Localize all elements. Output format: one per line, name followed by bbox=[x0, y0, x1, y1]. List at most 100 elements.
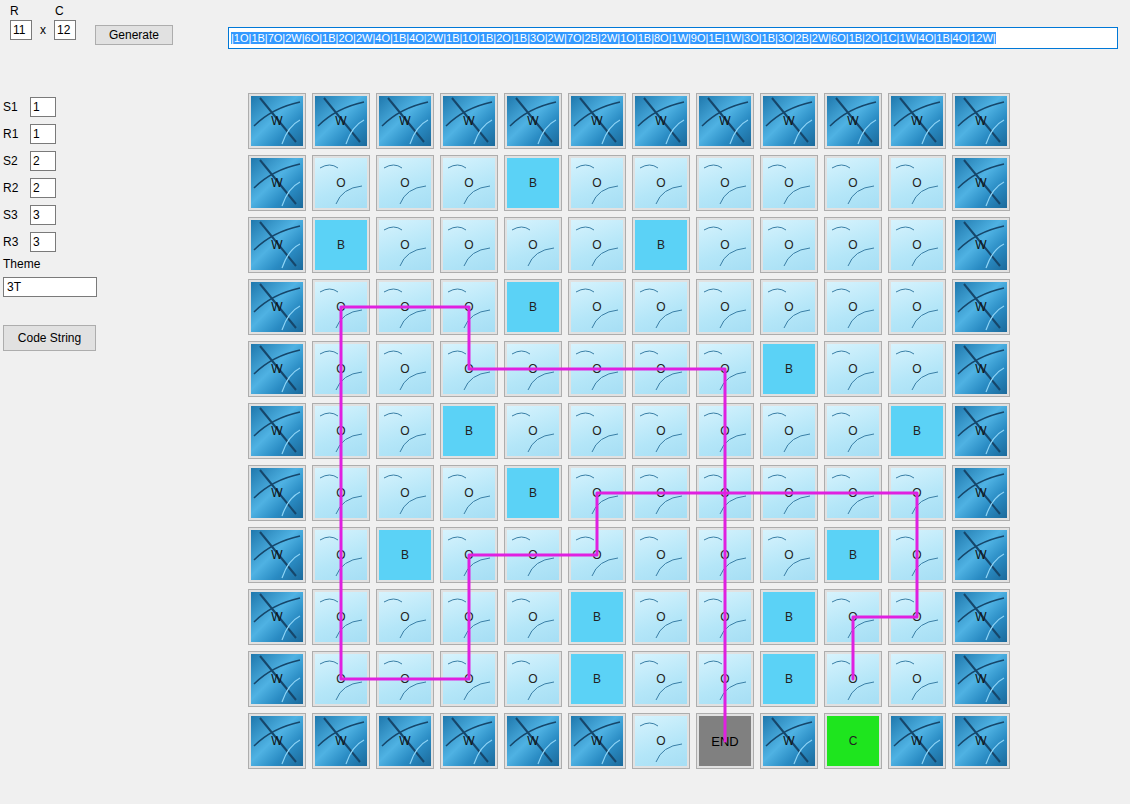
grid-tile[interactable]: O bbox=[440, 279, 498, 335]
grid-tile[interactable]: W bbox=[568, 93, 626, 149]
grid-tile[interactable]: O bbox=[824, 651, 882, 707]
grid-tile[interactable]: B bbox=[440, 403, 498, 459]
grid-tile[interactable]: O bbox=[696, 651, 754, 707]
grid-tile[interactable]: W bbox=[952, 93, 1010, 149]
param-input[interactable] bbox=[30, 205, 56, 225]
grid-tile[interactable]: W bbox=[824, 93, 882, 149]
grid-tile[interactable]: W bbox=[952, 465, 1010, 521]
grid-tile[interactable]: O bbox=[568, 403, 626, 459]
grid-tile[interactable]: W bbox=[248, 651, 306, 707]
grid-tile[interactable]: O bbox=[312, 403, 370, 459]
grid-tile[interactable]: O bbox=[376, 341, 434, 397]
grid-tile[interactable]: O bbox=[440, 217, 498, 273]
grid-tile[interactable]: O bbox=[376, 155, 434, 211]
grid-tile[interactable]: O bbox=[312, 155, 370, 211]
grid-tile[interactable]: O bbox=[440, 341, 498, 397]
grid-tile[interactable]: W bbox=[248, 527, 306, 583]
code-string-field[interactable]: |1O|1B|7O|2W|6O|1B|2O|2W|4O|1B|4O|2W|1B|… bbox=[228, 27, 1118, 49]
grid-tile[interactable]: W bbox=[760, 93, 818, 149]
grid-tile[interactable]: B bbox=[504, 465, 562, 521]
grid-tile[interactable]: B bbox=[888, 403, 946, 459]
grid-tile[interactable]: B bbox=[568, 651, 626, 707]
grid-tile[interactable]: W bbox=[952, 155, 1010, 211]
grid-tile[interactable]: W bbox=[952, 403, 1010, 459]
grid-tile[interactable]: O bbox=[312, 279, 370, 335]
grid-tile[interactable]: O bbox=[760, 527, 818, 583]
grid-tile[interactable]: W bbox=[952, 279, 1010, 335]
grid-tile[interactable]: O bbox=[888, 651, 946, 707]
grid-tile[interactable]: B bbox=[632, 217, 690, 273]
grid-tile[interactable]: W bbox=[504, 93, 562, 149]
grid-tile[interactable]: O bbox=[696, 527, 754, 583]
grid-tile[interactable]: W bbox=[248, 403, 306, 459]
grid-tile[interactable]: O bbox=[504, 217, 562, 273]
grid-tile[interactable]: B bbox=[312, 217, 370, 273]
grid-tile[interactable]: O bbox=[312, 651, 370, 707]
grid-tile[interactable]: W bbox=[248, 279, 306, 335]
generate-button[interactable]: Generate bbox=[95, 25, 173, 45]
grid-tile[interactable]: O bbox=[376, 279, 434, 335]
grid-tile[interactable]: O bbox=[568, 341, 626, 397]
grid-tile[interactable]: O bbox=[824, 403, 882, 459]
grid-tile[interactable]: O bbox=[312, 589, 370, 645]
grid-tile[interactable]: W bbox=[312, 93, 370, 149]
grid-tile[interactable]: O bbox=[824, 217, 882, 273]
param-input[interactable] bbox=[30, 151, 56, 171]
grid-tile[interactable]: O bbox=[888, 155, 946, 211]
grid-tile[interactable]: O bbox=[632, 465, 690, 521]
grid-tile[interactable]: B bbox=[760, 651, 818, 707]
grid-tile[interactable]: O bbox=[888, 279, 946, 335]
grid-tile[interactable]: W bbox=[376, 93, 434, 149]
param-input[interactable] bbox=[30, 97, 56, 117]
grid-tile[interactable]: O bbox=[312, 341, 370, 397]
grid-tile[interactable]: O bbox=[568, 527, 626, 583]
grid-tile[interactable]: W bbox=[952, 217, 1010, 273]
grid-tile[interactable]: O bbox=[504, 527, 562, 583]
grid-tile[interactable]: B bbox=[824, 527, 882, 583]
grid-tile[interactable]: B bbox=[376, 527, 434, 583]
grid-tile[interactable]: W bbox=[248, 155, 306, 211]
grid-tile[interactable]: W bbox=[952, 527, 1010, 583]
grid-tile[interactable]: W bbox=[952, 713, 1010, 769]
theme-input[interactable] bbox=[3, 277, 97, 297]
grid-tile[interactable]: W bbox=[632, 93, 690, 149]
grid-tile[interactable]: W bbox=[248, 713, 306, 769]
grid-tile[interactable]: B bbox=[760, 341, 818, 397]
param-input[interactable] bbox=[30, 232, 56, 252]
grid-tile[interactable]: O bbox=[440, 651, 498, 707]
grid-tile[interactable]: W bbox=[248, 341, 306, 397]
grid-tile[interactable]: W bbox=[952, 341, 1010, 397]
grid-tile[interactable]: O bbox=[824, 155, 882, 211]
grid-tile[interactable]: O bbox=[312, 465, 370, 521]
grid-tile[interactable]: W bbox=[440, 713, 498, 769]
grid-tile[interactable]: B bbox=[504, 279, 562, 335]
grid-tile[interactable]: O bbox=[760, 403, 818, 459]
grid-tile[interactable]: W bbox=[376, 713, 434, 769]
grid-tile[interactable]: O bbox=[696, 279, 754, 335]
grid-tile[interactable]: W bbox=[248, 589, 306, 645]
grid-tile[interactable]: W bbox=[952, 589, 1010, 645]
grid-tile[interactable]: O bbox=[632, 527, 690, 583]
grid-tile[interactable]: B bbox=[568, 589, 626, 645]
rows-input[interactable] bbox=[10, 20, 32, 40]
grid-tile[interactable]: W bbox=[440, 93, 498, 149]
grid-tile[interactable]: O bbox=[696, 403, 754, 459]
grid-tile[interactable]: O bbox=[568, 217, 626, 273]
grid-tile[interactable]: O bbox=[568, 155, 626, 211]
grid-tile[interactable]: O bbox=[312, 527, 370, 583]
grid-tile[interactable]: O bbox=[888, 217, 946, 273]
grid-tile[interactable]: O bbox=[504, 589, 562, 645]
grid-tile[interactable]: O bbox=[632, 651, 690, 707]
grid-tile[interactable]: B bbox=[760, 589, 818, 645]
cols-input[interactable] bbox=[54, 20, 76, 40]
grid-tile[interactable]: O bbox=[888, 527, 946, 583]
grid-tile[interactable]: W bbox=[952, 651, 1010, 707]
grid-tile[interactable]: W bbox=[312, 713, 370, 769]
grid-tile[interactable]: W bbox=[248, 217, 306, 273]
grid-tile[interactable]: C bbox=[824, 713, 882, 769]
grid-tile[interactable]: O bbox=[824, 279, 882, 335]
grid-tile[interactable]: B bbox=[504, 155, 562, 211]
grid-tile[interactable]: O bbox=[504, 403, 562, 459]
grid-tile[interactable]: O bbox=[696, 217, 754, 273]
grid-tile[interactable]: O bbox=[632, 403, 690, 459]
